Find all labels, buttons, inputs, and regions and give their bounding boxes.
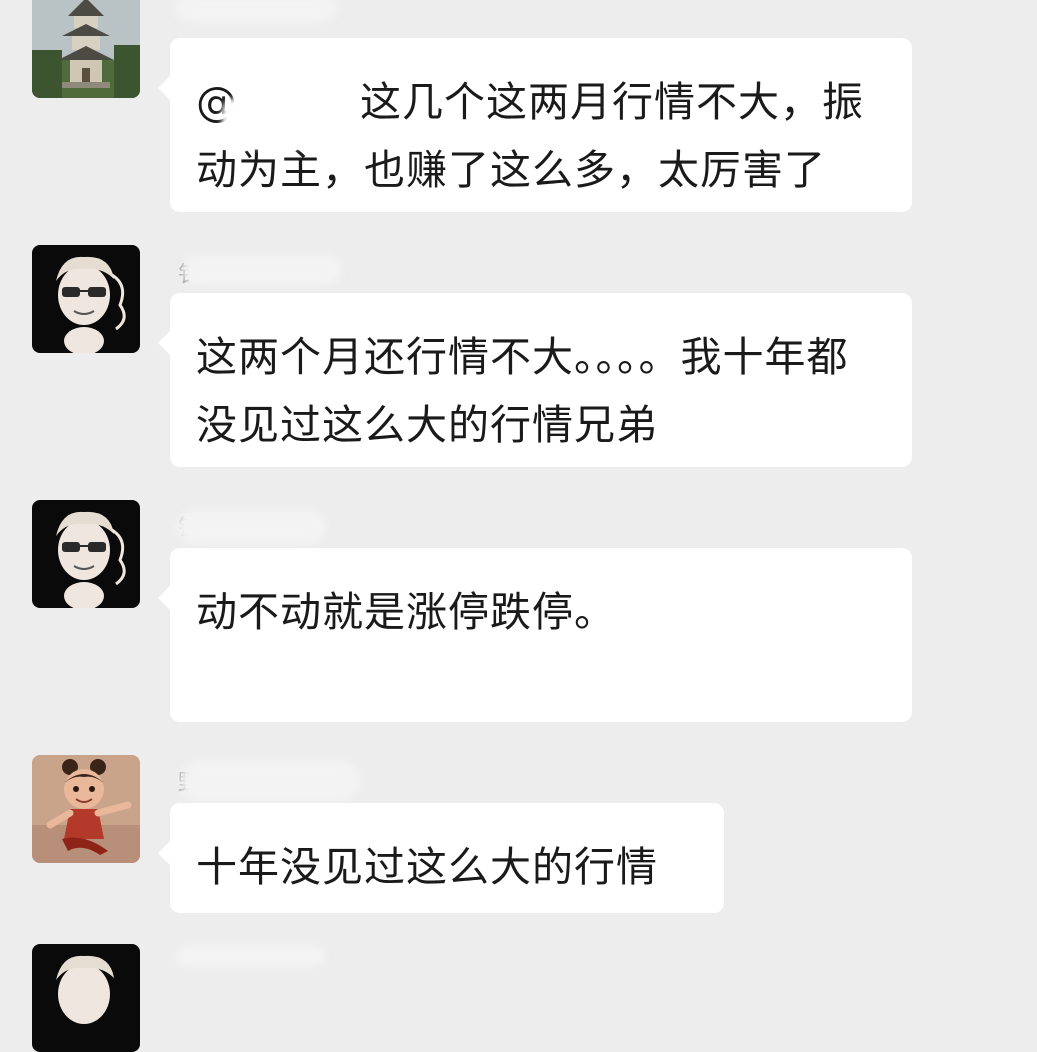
- message-text: 这两个月还行情不大。。。。我十年都没见过这么大的行情兄弟: [196, 333, 849, 449]
- pagoda-avatar[interactable]: [32, 0, 140, 98]
- cartoon-man-sunglasses-avatar[interactable]: [32, 944, 140, 1052]
- redacted-name: [222, 98, 340, 148]
- redacted-text: [640, 588, 902, 646]
- cartoon-man-sunglasses-avatar[interactable]: [32, 245, 140, 353]
- sender-name: [176, 946, 346, 986]
- sender-name: 钅: [176, 251, 346, 291]
- message-text: 十年没见过这么大的行情: [196, 843, 658, 891]
- message-bubble[interactable]: 这两个月还行情不大。。。。我十年都没见过这么大的行情兄弟: [158, 293, 912, 467]
- cartoon-man-sunglasses-avatar[interactable]: [32, 500, 140, 608]
- redacted-text: [190, 654, 440, 712]
- sender-name: [176, 0, 346, 34]
- chat-message-list[interactable]: @这几个这两月行情不大，振动为主，也赚了这么多，太厉害了 钅 这两个月还行情不: [0, 0, 1037, 1052]
- sender-name: 钬: [176, 504, 346, 544]
- message-bubble[interactable]: 十年没见过这么大的行情: [158, 803, 724, 913]
- message-bubble[interactable]: @ 这几个这两月行情不大，振动为主，也赚了这么多，太厉害了: [158, 38, 912, 212]
- sender-name: 野: [176, 759, 360, 801]
- message-bubble[interactable]: 动不动就是涨停跌停。: [158, 548, 912, 722]
- nezha-avatar[interactable]: [32, 755, 140, 863]
